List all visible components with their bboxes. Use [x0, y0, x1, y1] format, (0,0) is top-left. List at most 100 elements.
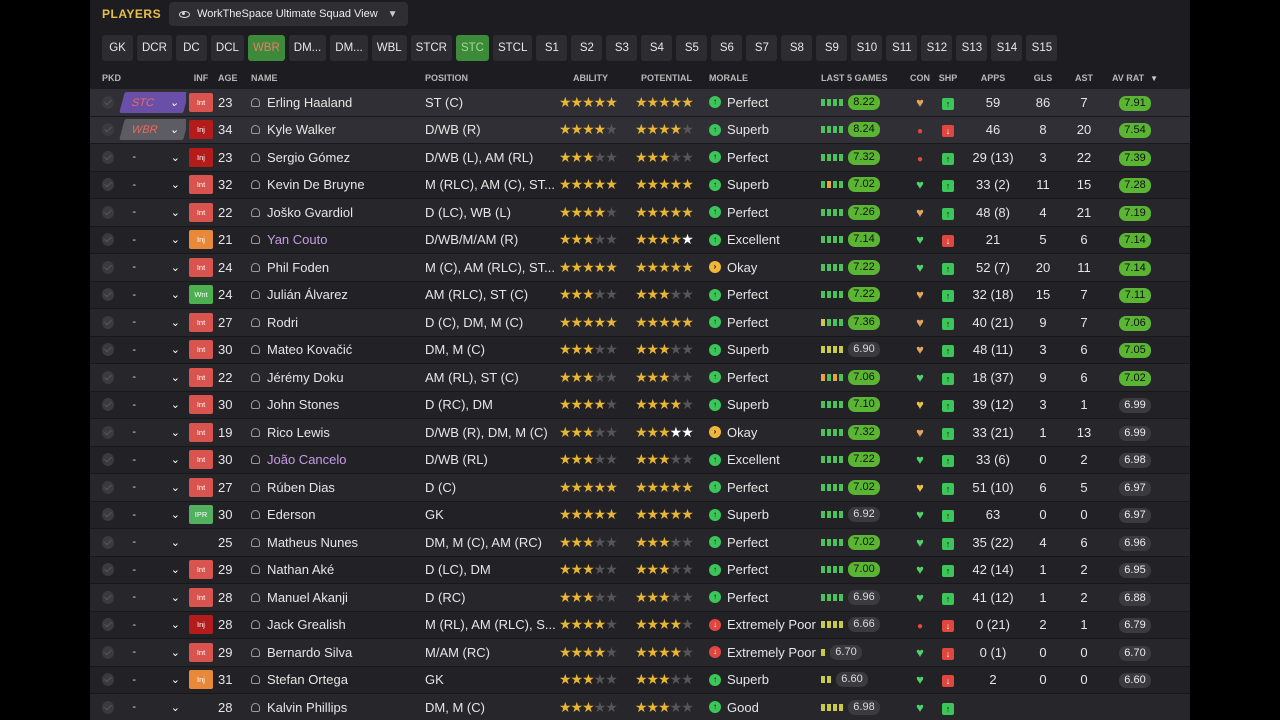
player-name[interactable]: Kevin De Bruyne: [267, 177, 365, 192]
status-badge[interactable]: IPR: [189, 505, 213, 525]
player-name[interactable]: Kyle Walker: [267, 122, 336, 137]
table-row[interactable]: - ⌄ Int 30 João Cancelo D/WB (RL) ★★★★★ ★★★★★ ↑ E…: [90, 446, 1190, 474]
position-button[interactable]: S11: [886, 35, 918, 61]
pick-dropdown[interactable]: - ⌄: [122, 559, 186, 580]
player-name[interactable]: Sergio Gómez: [267, 150, 350, 165]
pick-dropdown[interactable]: - ⌄: [122, 284, 186, 305]
status-badge[interactable]: Inj: [189, 230, 213, 250]
check-icon[interactable]: [102, 315, 115, 329]
check-icon[interactable]: [102, 205, 115, 219]
name-cell[interactable]: Stefan Ortega: [251, 672, 425, 687]
status-badge[interactable]: Int: [189, 312, 213, 332]
pick-dropdown[interactable]: - ⌄: [122, 504, 186, 525]
position-button[interactable]: S7: [746, 35, 778, 61]
check-icon[interactable]: [102, 123, 115, 137]
check-icon[interactable]: [102, 233, 115, 247]
status-badge[interactable]: Int: [189, 202, 213, 222]
player-name[interactable]: Mateo Kovačić: [267, 342, 352, 357]
player-name[interactable]: Nathan Aké: [267, 562, 334, 577]
table-row[interactable]: - ⌄ Int 29 Bernardo Silva M/AM (RC) ★★★★★ ★★★★★…: [90, 639, 1190, 667]
player-name[interactable]: Manuel Akanji: [267, 590, 348, 605]
table-row[interactable]: - ⌄ Inj 28 Jack Grealish M (RL), AM (RLC), S.…: [90, 611, 1190, 639]
status-badge[interactable]: Int: [189, 560, 213, 580]
status-badge[interactable]: Int: [189, 92, 213, 112]
check-icon[interactable]: [102, 178, 115, 192]
col-con[interactable]: CON: [907, 73, 933, 83]
check-icon[interactable]: [102, 673, 115, 687]
table-row[interactable]: - ⌄ Int 27 Rúben Dias D (C) ★★★★★ ★★★★★ ↑ Perfect…: [90, 474, 1190, 502]
player-name[interactable]: João Cancelo: [267, 452, 347, 467]
status-badge[interactable]: Int: [189, 175, 213, 195]
pick-dropdown[interactable]: - ⌄: [122, 614, 186, 635]
position-button[interactable]: STCR: [410, 35, 452, 61]
table-row[interactable]: - ⌄ Int 27 Rodri D (C), DM, M (C) ★★★★★ ★★★★★ ↑ P…: [90, 309, 1190, 337]
position-button[interactable]: S2: [571, 35, 603, 61]
position-button[interactable]: S6: [711, 35, 743, 61]
check-icon[interactable]: [102, 150, 115, 164]
name-cell[interactable]: Jérémy Doku: [251, 370, 425, 385]
position-button[interactable]: DCR: [137, 35, 172, 61]
name-cell[interactable]: Rodri: [251, 315, 425, 330]
col-pkd[interactable]: PKD: [90, 73, 186, 83]
pick-dropdown[interactable]: - ⌄: [122, 697, 186, 718]
pick-dropdown[interactable]: - ⌄: [122, 394, 186, 415]
name-cell[interactable]: Yan Couto: [251, 232, 425, 247]
table-row[interactable]: - ⌄ 28 Kalvin Phillips DM, M (C) ★★★★★ ★★★★★ ↑ G…: [90, 694, 1190, 720]
check-icon[interactable]: [102, 618, 115, 632]
table-row[interactable]: - ⌄ Inj 21 Yan Couto D/WB/M/AM (R) ★★★★★ ★★★★★ ↑…: [90, 226, 1190, 254]
pick-dropdown[interactable]: - ⌄: [122, 642, 186, 663]
player-name[interactable]: Rodri: [267, 315, 298, 330]
table-row[interactable]: - ⌄ Int 22 Joško Gvardiol D (LC), WB (L) ★★★★★…: [90, 199, 1190, 227]
player-name[interactable]: Kalvin Phillips: [267, 700, 347, 715]
pick-dropdown[interactable]: - ⌄: [122, 669, 186, 690]
check-icon[interactable]: [102, 645, 115, 659]
col-age[interactable]: AGE: [216, 73, 251, 83]
col-morale[interactable]: MORALE: [709, 73, 821, 83]
status-badge[interactable]: Int: [189, 340, 213, 360]
position-button[interactable]: DC: [175, 35, 207, 61]
table-row[interactable]: - ⌄ 25 Matheus Nunes DM, M (C), AM (RC) ★★★★★…: [90, 529, 1190, 557]
pick-dropdown[interactable]: - ⌄: [122, 229, 186, 250]
col-avrat[interactable]: AV RAT ▼: [1105, 73, 1165, 83]
col-ast[interactable]: AST: [1063, 73, 1105, 83]
table-row[interactable]: STC ⌄ Int 23 Erling Haaland ST (C) ★★★★★ ★★★★★ ↑…: [90, 89, 1190, 117]
position-button[interactable]: WBR: [247, 35, 285, 61]
check-icon[interactable]: [102, 343, 115, 357]
position-button[interactable]: S14: [991, 35, 1023, 61]
status-badge[interactable]: Int: [189, 642, 213, 662]
player-name[interactable]: Rico Lewis: [267, 425, 330, 440]
table-row[interactable]: - ⌄ Int 29 Nathan Aké D (LC), DM ★★★★★ ★★★★★ ↑ Pe…: [90, 556, 1190, 584]
table-row[interactable]: - ⌄ IPR 30 Ederson GK ★★★★★ ★★★★★ ↑ Superb 6.92 ♥ ↑ 6…: [90, 501, 1190, 529]
check-icon[interactable]: [102, 370, 115, 384]
pick-dropdown[interactable]: - ⌄: [122, 257, 186, 278]
table-row[interactable]: - ⌄ Int 30 Mateo Kovačić DM, M (C) ★★★★★ ★★★★★ ↑…: [90, 336, 1190, 364]
status-badge[interactable]: Int: [189, 587, 213, 607]
player-name[interactable]: Ederson: [267, 507, 315, 522]
name-cell[interactable]: Kevin De Bruyne: [251, 177, 425, 192]
name-cell[interactable]: Sergio Gómez: [251, 150, 425, 165]
pick-dropdown[interactable]: - ⌄: [122, 339, 186, 360]
pick-dropdown[interactable]: - ⌄: [122, 422, 186, 443]
col-gls[interactable]: GLS: [1023, 73, 1063, 83]
status-badge[interactable]: Inj: [189, 147, 213, 167]
player-name[interactable]: Jack Grealish: [267, 617, 346, 632]
name-cell[interactable]: Rúben Dias: [251, 480, 425, 495]
pick-dropdown[interactable]: - ⌄: [122, 367, 186, 388]
check-icon[interactable]: [102, 700, 115, 714]
check-icon[interactable]: [102, 480, 115, 494]
col-inf[interactable]: INF: [186, 73, 216, 83]
pick-dropdown[interactable]: STC ⌄: [119, 91, 186, 113]
position-button[interactable]: STCL: [492, 35, 533, 61]
col-shp[interactable]: SHP: [933, 73, 963, 83]
status-badge[interactable]: Int: [189, 422, 213, 442]
pick-dropdown[interactable]: WBR ⌄: [119, 119, 186, 141]
check-icon[interactable]: [102, 425, 115, 439]
position-button[interactable]: S9: [816, 35, 848, 61]
status-badge[interactable]: Inj: [189, 120, 213, 140]
player-name[interactable]: Yan Couto: [267, 232, 327, 247]
table-row[interactable]: - ⌄ Int 32 Kevin De Bruyne M (RLC), AM (C), S…: [90, 171, 1190, 199]
status-badge[interactable]: Int: [189, 257, 213, 277]
position-button[interactable]: STC: [455, 35, 489, 61]
check-icon[interactable]: [102, 95, 115, 109]
check-icon[interactable]: [102, 535, 115, 549]
